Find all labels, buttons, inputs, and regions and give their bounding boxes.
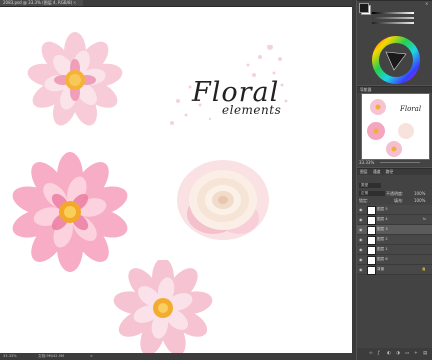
- trash-icon[interactable]: ▤: [423, 351, 427, 356]
- elements-subtitle: elements: [222, 103, 282, 117]
- eye-icon[interactable]: ◉: [359, 267, 364, 272]
- folder-icon[interactable]: ▭: [405, 351, 409, 356]
- eye-icon[interactable]: ◉: [359, 237, 364, 242]
- layer-name: 图层 4: [377, 217, 388, 221]
- layer-thumbnail: [367, 216, 376, 225]
- document-tab-bar: 2083.psd @ 33.3% (图层 4, RGB/8) ×: [0, 0, 352, 7]
- navigator-zoom-slider[interactable]: [380, 162, 420, 163]
- status-arrow[interactable]: >: [90, 353, 93, 360]
- eye-icon[interactable]: ◉: [359, 257, 364, 262]
- mask-icon[interactable]: ◐: [387, 351, 391, 356]
- layer-name: 图层 3: [377, 227, 388, 231]
- foreground-color-swatch[interactable]: [359, 3, 369, 13]
- layer-row[interactable]: ◉ 图层 2: [357, 235, 432, 245]
- layers-toolbar: ∞ ƒ ◐ ◑ ▭ + ▤: [357, 348, 432, 360]
- layer-fx-badge[interactable]: fx: [423, 215, 426, 224]
- opacity-label: 不透明度:: [386, 191, 404, 196]
- layer-thumbnail: [367, 206, 376, 215]
- opacity-value[interactable]: 100%: [414, 191, 425, 196]
- layer-row[interactable]: ◉ 图层 6: [357, 255, 432, 265]
- layer-name: 图层 6: [377, 257, 388, 261]
- document-tab[interactable]: 2083.psd @ 33.3% (图层 4, RGB/8): [0, 0, 83, 6]
- panel-divider: [352, 0, 356, 360]
- eye-icon[interactable]: ◉: [359, 217, 364, 222]
- tab-channels[interactable]: 通道: [373, 169, 381, 174]
- lock-icon: 🔒: [421, 267, 426, 271]
- layer-name: 图层 5: [377, 207, 388, 211]
- eye-icon[interactable]: ◉: [359, 227, 364, 232]
- flower-image-4: [113, 260, 213, 354]
- flower-image-1: [27, 32, 123, 126]
- layer-name: 背景: [377, 267, 385, 271]
- document-size: 文档:9M/42.5M: [38, 354, 65, 358]
- layers-tabs: 图层 通道 路径: [357, 169, 432, 175]
- lock-label: 锁定:: [359, 198, 369, 203]
- layer-thumbnail: [367, 266, 376, 275]
- navigator-thumbnail[interactable]: Floral: [361, 93, 430, 160]
- navigator-preview: Floral: [367, 99, 421, 157]
- layer-row-background[interactable]: ◉ 背景 🔒: [357, 265, 432, 275]
- close-icon[interactable]: ×: [73, 0, 76, 6]
- new-layer-icon[interactable]: +: [414, 351, 418, 356]
- canvas[interactable]: Floral elements: [0, 7, 352, 354]
- layer-thumbnail: [367, 256, 376, 265]
- layer-row[interactable]: ◉ 图层 5: [357, 205, 432, 215]
- layer-row[interactable]: ◉ 图层 4 fx: [357, 215, 432, 225]
- eye-icon[interactable]: ◉: [359, 247, 364, 252]
- status-bar: 33.33% 文档:9M/42.5M >: [0, 353, 352, 360]
- layer-name: 图层 1: [377, 247, 388, 251]
- tab-paths[interactable]: 路径: [386, 169, 394, 174]
- layer-thumbnail: [367, 246, 376, 255]
- color-slider-2[interactable]: [372, 17, 414, 19]
- zoom-readout[interactable]: 33.33%: [3, 353, 17, 360]
- fx-icon[interactable]: ƒ: [378, 351, 380, 356]
- flower-image-2: [12, 152, 128, 272]
- tab-layers[interactable]: 图层: [360, 169, 368, 174]
- layer-name: 图层 2: [377, 237, 388, 241]
- flower-image-3: [177, 160, 269, 240]
- navigator-floral-text: Floral: [399, 105, 421, 113]
- fill-value[interactable]: 100%: [414, 198, 425, 203]
- layer-thumbnail: [367, 226, 376, 235]
- color-wheel[interactable]: [370, 34, 422, 86]
- color-slider-3[interactable]: [372, 22, 414, 24]
- fill-label: 填充:: [394, 198, 404, 203]
- blend-mode-select[interactable]: 正常: [359, 191, 385, 196]
- navigator-zoom[interactable]: 33.33%: [359, 160, 374, 165]
- color-slider-1[interactable]: [372, 12, 414, 14]
- layer-row[interactable]: ◉ 图层 1: [357, 245, 432, 255]
- adjustment-icon[interactable]: ◑: [396, 351, 400, 356]
- layer-thumbnail: [367, 236, 376, 245]
- layer-filter-select[interactable]: 类型: [359, 183, 381, 188]
- close-icon[interactable]: ×: [425, 1, 428, 6]
- eye-icon[interactable]: ◉: [359, 207, 364, 212]
- layer-row-selected[interactable]: ◉ 图层 3: [357, 225, 432, 235]
- link-icon[interactable]: ∞: [369, 351, 373, 356]
